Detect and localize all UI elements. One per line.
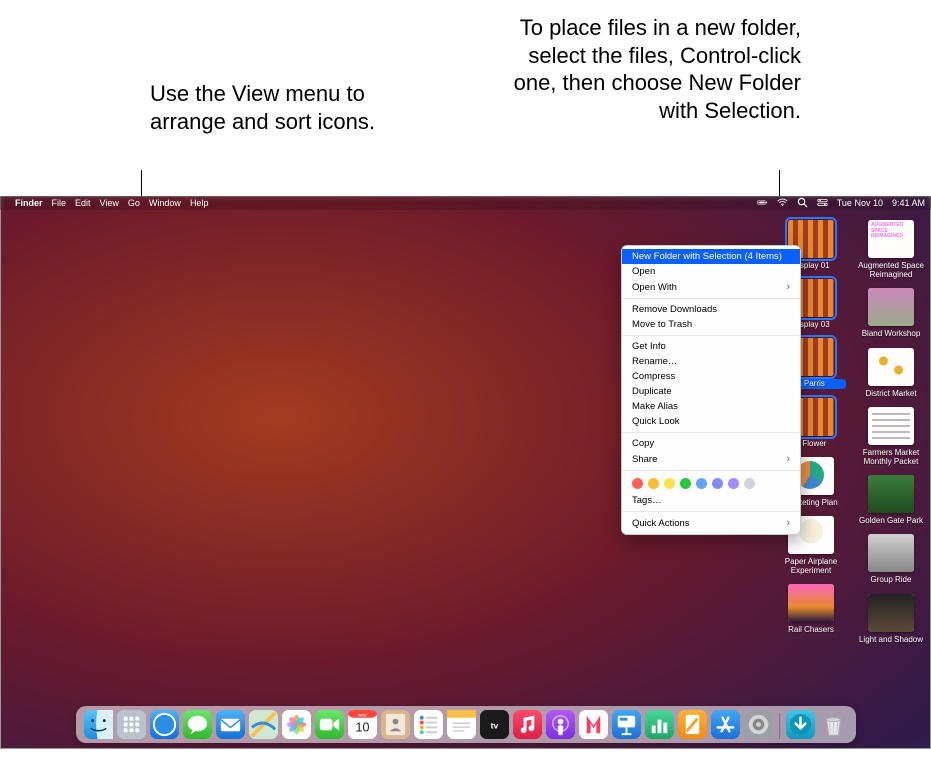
dock-keynote[interactable]: [612, 710, 641, 739]
dock-contacts[interactable]: [381, 710, 410, 739]
tag-color[interactable]: [744, 478, 755, 489]
menu-edit[interactable]: Edit: [75, 198, 91, 208]
desktop-file[interactable]: Golden Gate Park: [858, 475, 924, 525]
ctx-share[interactable]: Share: [622, 451, 800, 467]
desktop-file[interactable]: Group Ride: [858, 534, 924, 584]
desktop-file[interactable]: Farmers Market Monthly Packet: [858, 407, 924, 466]
menu-go[interactable]: Go: [128, 198, 140, 208]
menubar: Finder File Edit View Go Window Help Tue…: [0, 196, 931, 210]
dock-downloads[interactable]: [786, 710, 815, 739]
dock-safari[interactable]: [150, 710, 179, 739]
menubar-time[interactable]: 9:41 AM: [892, 198, 925, 208]
dock-maps[interactable]: [249, 710, 278, 739]
menu-file[interactable]: File: [52, 198, 67, 208]
divider: [622, 298, 800, 299]
callout-new-folder: To place files in a new folder, select t…: [491, 14, 801, 124]
ctx-compress[interactable]: Compress: [622, 369, 800, 384]
ctx-open[interactable]: Open: [622, 264, 800, 279]
dock-numbers[interactable]: [645, 710, 674, 739]
callout-view-menu: Use the View menu to arrange and sort ic…: [150, 80, 410, 135]
menu-help[interactable]: Help: [190, 198, 209, 208]
ctx-open-with[interactable]: Open With: [622, 279, 800, 295]
ctx-rename-[interactable]: Rename…: [622, 354, 800, 369]
dock-divider: [779, 713, 780, 739]
divider: [622, 335, 800, 336]
desktop-file[interactable]: Bland Workshop: [858, 288, 924, 338]
context-menu: New Folder with Selection (4 Items) Open…: [621, 245, 801, 535]
dock-reminders[interactable]: [414, 710, 443, 739]
dock-music[interactable]: [513, 710, 542, 739]
dock-facetime[interactable]: [315, 710, 344, 739]
battery-icon[interactable]: [757, 197, 768, 210]
svg-text:NOV: NOV: [358, 713, 367, 717]
tag-color[interactable]: [648, 478, 659, 489]
dock-podcasts[interactable]: [546, 710, 575, 739]
dock-notes[interactable]: [447, 710, 476, 739]
menubar-date[interactable]: Tue Nov 10: [837, 198, 883, 208]
dock-pages[interactable]: [678, 710, 707, 739]
ctx-copy[interactable]: Copy: [622, 436, 800, 451]
menu-window[interactable]: Window: [149, 198, 181, 208]
ctx-get-info[interactable]: Get Info: [622, 339, 800, 354]
divider: [622, 511, 800, 512]
dock-appstore[interactable]: [711, 710, 740, 739]
ctx-quick-look[interactable]: Quick Look: [622, 414, 800, 429]
tag-color[interactable]: [664, 478, 675, 489]
menubar-app-name[interactable]: Finder: [15, 198, 43, 208]
ctx-tags[interactable]: Tags…: [622, 493, 800, 508]
desktop-screenshot: Finder File Edit View Go Window Help Tue…: [0, 196, 931, 749]
dock-trash[interactable]: [819, 710, 848, 739]
tag-color[interactable]: [696, 478, 707, 489]
ctx-quick-actions[interactable]: Quick Actions: [622, 515, 800, 531]
dock-photos[interactable]: [282, 710, 311, 739]
ctx-tag-colors: [622, 474, 800, 493]
control-center-icon[interactable]: [817, 197, 828, 210]
dock-messages[interactable]: [183, 710, 212, 739]
dock-settings[interactable]: [744, 710, 773, 739]
dock-tv[interactable]: tv: [480, 710, 509, 739]
ctx-make-alias[interactable]: Make Alias: [622, 399, 800, 414]
desktop-file[interactable]: District Market: [858, 348, 924, 398]
desktop-file[interactable]: Rail Chasers: [778, 584, 844, 634]
tag-color[interactable]: [712, 478, 723, 489]
spotlight-icon[interactable]: [797, 197, 808, 210]
dock-calendar[interactable]: NOV 10: [348, 710, 377, 739]
menu-view[interactable]: View: [100, 198, 119, 208]
ctx-new-folder-selection[interactable]: New Folder with Selection (4 Items): [622, 249, 800, 264]
desktop-file[interactable]: Light and Shadow: [858, 594, 924, 644]
dock-mail[interactable]: [216, 710, 245, 739]
dock-finder[interactable]: [84, 710, 113, 739]
tag-color[interactable]: [728, 478, 739, 489]
dock-launchpad[interactable]: [117, 710, 146, 739]
ctx-remove-downloads[interactable]: Remove Downloads: [622, 302, 800, 317]
tag-color[interactable]: [632, 478, 643, 489]
divider: [622, 470, 800, 471]
wifi-icon[interactable]: [777, 197, 788, 210]
svg-text:10: 10: [355, 720, 369, 734]
ctx-duplicate[interactable]: Duplicate: [622, 384, 800, 399]
divider: [622, 432, 800, 433]
tag-color[interactable]: [680, 478, 691, 489]
svg-text:tv: tv: [490, 720, 498, 730]
ctx-move-to-trash[interactable]: Move to Trash: [622, 317, 800, 332]
desktop-file[interactable]: AUGMENTED SPACE REIMAGINEDAugmented Spac…: [858, 220, 924, 279]
dock-news[interactable]: [579, 710, 608, 739]
dock: NOV 10 tv: [76, 706, 856, 743]
